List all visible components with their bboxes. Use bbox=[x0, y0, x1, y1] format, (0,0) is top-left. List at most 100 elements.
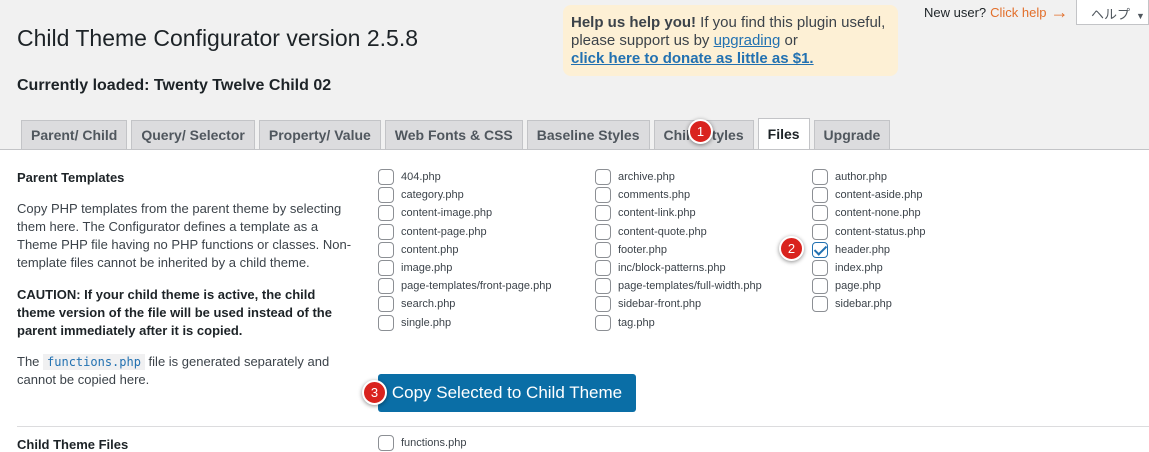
checkbox[interactable] bbox=[595, 278, 611, 295]
file-name-label: page-templates/front-page.php bbox=[401, 280, 552, 293]
functions-code: functions.php bbox=[43, 354, 145, 370]
file-name-label: content-quote.php bbox=[618, 225, 707, 238]
checkbox[interactable] bbox=[378, 296, 394, 313]
section-divider bbox=[17, 426, 1149, 427]
file-name-label: image.php bbox=[401, 262, 453, 275]
checkbox[interactable] bbox=[378, 169, 394, 186]
file-name-label: search.php bbox=[401, 298, 456, 311]
file-checkbox-row[interactable]: category.php bbox=[378, 186, 551, 204]
functions-note-pre: The bbox=[17, 354, 44, 369]
file-name-label: header.php bbox=[835, 243, 891, 256]
file-name-label: inc/block-patterns.php bbox=[618, 262, 726, 275]
nav-tabs: Parent/ Child Query/ Selector Property/ … bbox=[21, 118, 891, 149]
files-panel: Parent Templates Copy PHP templates from… bbox=[0, 150, 1149, 452]
parent-templates-heading: Parent Templates bbox=[17, 170, 125, 185]
tab-upgrade[interactable]: Upgrade bbox=[813, 120, 891, 149]
file-name-label: footer.php bbox=[618, 243, 667, 256]
file-checkbox-row[interactable]: sidebar.php bbox=[812, 295, 926, 313]
help-tab-button[interactable]: ヘルプ ▼ bbox=[1076, 0, 1149, 25]
caution-text: CAUTION: If your child theme is active, … bbox=[17, 287, 332, 338]
file-checkbox-row[interactable]: index.php bbox=[812, 259, 926, 277]
file-checkbox-row[interactable]: single.php bbox=[378, 314, 551, 332]
checkbox[interactable] bbox=[812, 260, 828, 277]
file-checkbox-row[interactable]: content-none.php bbox=[812, 204, 926, 222]
file-checkbox-row[interactable]: page-templates/full-width.php bbox=[595, 277, 762, 295]
file-checkbox-row[interactable]: tag.php bbox=[595, 314, 762, 332]
currently-loaded: Currently loaded: Twenty Twelve Child 02 bbox=[17, 77, 332, 94]
checkbox[interactable] bbox=[595, 296, 611, 313]
file-checkbox-row[interactable]: content-link.php bbox=[595, 204, 762, 222]
file-checkbox-row[interactable]: content.php bbox=[378, 241, 551, 259]
checkbox[interactable] bbox=[378, 223, 394, 240]
file-checkbox-row[interactable]: comments.php bbox=[595, 186, 762, 204]
checkbox[interactable] bbox=[595, 314, 611, 331]
checkbox[interactable] bbox=[378, 278, 394, 295]
file-name-label: page-templates/full-width.php bbox=[618, 280, 762, 293]
help-notice-text-or: or bbox=[780, 32, 798, 49]
upgrading-link[interactable]: upgrading bbox=[714, 32, 781, 49]
file-checkbox-row[interactable]: page.php bbox=[812, 277, 926, 295]
file-checkbox-row[interactable]: archive.php bbox=[595, 168, 762, 186]
file-checkbox-row[interactable]: content-quote.php bbox=[595, 223, 762, 241]
file-checkbox-row[interactable]: author.php bbox=[812, 168, 926, 186]
tab-baseline-styles[interactable]: Baseline Styles bbox=[526, 120, 650, 149]
tab-parent-child[interactable]: Parent/ Child bbox=[21, 120, 128, 149]
file-name-label: sidebar.php bbox=[835, 298, 892, 311]
file-checkbox-row[interactable]: page-templates/front-page.php bbox=[378, 277, 551, 295]
checkbox[interactable] bbox=[812, 187, 828, 204]
checkbox[interactable] bbox=[595, 205, 611, 222]
checkbox[interactable] bbox=[812, 241, 828, 258]
file-checkbox-row[interactable]: functions.php bbox=[378, 434, 466, 452]
checkbox[interactable] bbox=[812, 205, 828, 222]
file-name-label: functions.php bbox=[401, 437, 467, 450]
checkbox[interactable] bbox=[595, 223, 611, 240]
file-checkbox-row[interactable]: 404.php bbox=[378, 168, 551, 186]
file-checkbox-row[interactable]: sidebar-front.php bbox=[595, 295, 762, 313]
tab-property-value[interactable]: Property/ Value bbox=[258, 120, 381, 149]
click-help-link[interactable]: Click help bbox=[990, 5, 1046, 20]
step-badge-3: 3 bbox=[362, 380, 387, 405]
functions-note: The functions.php file is generated sepa… bbox=[17, 353, 352, 389]
file-name-label: page.php bbox=[835, 280, 881, 293]
file-name-label: tag.php bbox=[618, 316, 655, 329]
file-checkbox-row[interactable]: image.php bbox=[378, 259, 551, 277]
file-checkbox-row[interactable]: content-status.php bbox=[812, 223, 926, 241]
help-notice-heading: Help us help you! bbox=[571, 14, 697, 31]
checkbox[interactable] bbox=[595, 241, 611, 258]
tab-web-fonts-css[interactable]: Web Fonts & CSS bbox=[384, 120, 523, 149]
file-name-label: author.php bbox=[835, 171, 887, 184]
checkbox[interactable] bbox=[378, 260, 394, 277]
checkbox[interactable] bbox=[378, 435, 394, 452]
template-column-1: 404.php category.php content-image.php cont… bbox=[378, 168, 551, 332]
checkbox[interactable] bbox=[595, 260, 611, 277]
tab-files[interactable]: Files bbox=[757, 118, 810, 149]
file-checkbox-row[interactable]: footer.php bbox=[595, 241, 762, 259]
checkbox[interactable] bbox=[595, 169, 611, 186]
child-theme-files-heading: Child Theme Files bbox=[17, 437, 129, 452]
file-name-label: content-none.php bbox=[835, 207, 921, 220]
copy-selected-button[interactable]: Copy Selected to Child Theme bbox=[378, 374, 636, 412]
checkbox[interactable] bbox=[378, 205, 394, 222]
checkbox[interactable] bbox=[812, 278, 828, 295]
donate-link[interactable]: click here to donate as little as $1. bbox=[571, 50, 814, 67]
new-user-prompt: New user? Click help → bbox=[924, 3, 1069, 21]
file-name-label: sidebar-front.php bbox=[618, 298, 702, 311]
file-checkbox-row[interactable]: content-aside.php bbox=[812, 186, 926, 204]
checkbox[interactable] bbox=[595, 187, 611, 204]
file-checkbox-row[interactable]: header.php bbox=[812, 241, 926, 259]
checkbox[interactable] bbox=[378, 187, 394, 204]
tab-query-selector[interactable]: Query/ Selector bbox=[131, 120, 255, 149]
checkbox[interactable] bbox=[378, 314, 394, 331]
checkbox[interactable] bbox=[812, 296, 828, 313]
checkbox[interactable] bbox=[812, 223, 828, 240]
file-name-label: content-status.php bbox=[835, 225, 926, 238]
file-checkbox-row[interactable]: search.php bbox=[378, 295, 551, 313]
file-name-label: 404.php bbox=[401, 171, 441, 184]
parent-templates-description: Copy PHP templates from the parent theme… bbox=[17, 201, 352, 270]
file-checkbox-row[interactable]: inc/block-patterns.php bbox=[595, 259, 762, 277]
file-checkbox-row[interactable]: content-image.php bbox=[378, 204, 551, 222]
file-checkbox-row[interactable]: content-page.php bbox=[378, 223, 551, 241]
file-name-label: archive.php bbox=[618, 171, 675, 184]
checkbox[interactable] bbox=[378, 241, 394, 258]
checkbox[interactable] bbox=[812, 169, 828, 186]
